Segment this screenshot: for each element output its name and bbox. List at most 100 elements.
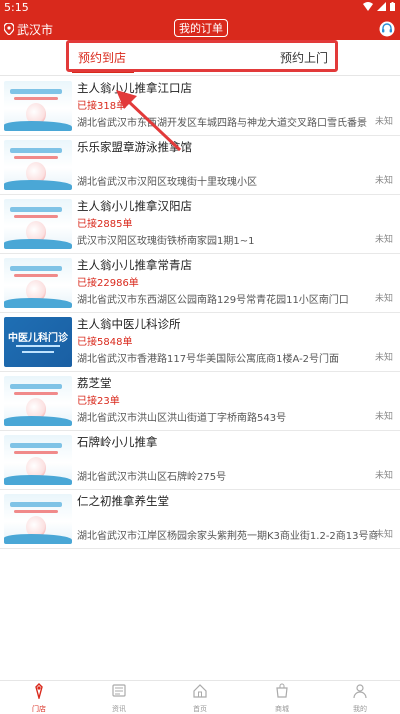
thumbnail-decoration: [10, 443, 62, 448]
store-address: 湖北省武汉市东西湖区公园南路129号常青花园11小区南门口: [77, 295, 349, 306]
thumbnail-decoration: [10, 502, 62, 507]
store-address: 湖北省武汉市洪山区洪山街道丁字桥南路543号: [77, 413, 287, 424]
thumbnail-decoration: [4, 475, 72, 485]
store-list-item[interactable]: 主人翁小儿推拿常青店 已接22986单湖北省武汉市东西湖区公园南路129号常青花园…: [0, 254, 400, 313]
thumbnail-decoration: [10, 207, 62, 212]
store-list: 主人翁小儿推拿江口店 已接318单 湖北省武汉市东西湖开发区车城四路与神龙大道交叉路…: [0, 77, 400, 549]
status-icons: [363, 1, 395, 11]
thumbnail-decoration: [14, 156, 58, 159]
thumbnail-logo-text: 中医儿科门诊: [8, 333, 68, 344]
thumbnail-decoration: [14, 97, 58, 100]
order-count: 已接318单: [77, 101, 127, 112]
store-name: 石牌岭小儿推拿: [77, 435, 158, 449]
thumbnail-decoration: [4, 534, 72, 544]
order-count: 已接22986单: [77, 278, 139, 289]
store-thumbnail: [4, 258, 72, 308]
store-thumbnail: 中医儿科门诊: [4, 317, 72, 367]
store-distance: 未知: [374, 294, 393, 304]
order-count: 已接23单: [77, 396, 120, 407]
store-thumbnail: [4, 81, 72, 131]
thumbnail-decoration: [10, 384, 62, 389]
store-name: 主人翁小儿推拿汉阳店: [77, 199, 192, 213]
store-name: 主人翁小儿推拿江口店: [77, 81, 192, 95]
nav-item-home[interactable]: 首页: [180, 683, 220, 713]
store-list-item[interactable]: 荔芝堂已接23单湖北省武汉市洪山区洪山街道丁字桥南路543号 未知: [0, 372, 400, 431]
store-name: 主人翁中医儿科诊所: [77, 317, 181, 331]
tab-home-visit[interactable]: 预约上门: [280, 40, 328, 74]
store-distance: 未知: [374, 353, 393, 363]
nav-label: 门店: [32, 705, 46, 713]
store-distance: 未知: [374, 471, 393, 481]
thumbnail-decoration: [14, 510, 58, 513]
store-thumbnail: [4, 435, 72, 485]
status-time: 5:15: [4, 1, 29, 14]
store-distance: 未知: [374, 530, 393, 540]
thumbnail-decoration: [10, 148, 62, 153]
store-name: 乐乐家盟章游泳推拿馆: [77, 140, 192, 154]
thumbnail-decoration: [4, 121, 72, 131]
store-distance: 未知: [374, 235, 393, 245]
nav-label: 商城: [275, 705, 289, 713]
shop-icon: [274, 683, 290, 703]
nav-item-profile[interactable]: 我的: [340, 683, 380, 713]
store-list-item[interactable]: 主人翁小儿推拿江口店 已接318单 湖北省武汉市东西湖开发区车城四路与神龙大道交叉路…: [0, 77, 400, 136]
store-thumbnail: [4, 199, 72, 249]
order-count: 已接2885单: [77, 219, 133, 230]
home-icon: [192, 683, 208, 703]
thumbnail-decoration: [10, 266, 62, 271]
thumbnail-decoration: [10, 89, 62, 94]
active-tab-indicator: [72, 71, 134, 73]
thumbnail-decoration: [22, 351, 54, 353]
city-selector[interactable]: 武汉市: [4, 20, 53, 38]
battery-icon: [390, 1, 395, 11]
news-icon: [111, 683, 127, 703]
store-thumbnail: [4, 376, 72, 426]
store-distance: 未知: [374, 412, 393, 422]
nav-label: 首页: [193, 705, 207, 713]
store-list-item[interactable]: 中医儿科门诊 主人翁中医儿科诊所 已接5848单湖北省武汉市香港路117号华美国际公…: [0, 313, 400, 372]
thumbnail-decoration: [4, 180, 72, 190]
nav-item-shop[interactable]: 商城: [262, 683, 302, 713]
my-orders-button[interactable]: 我的订单: [174, 19, 228, 37]
thumbnail-decoration: [14, 392, 58, 395]
store-distance: 未知: [374, 176, 393, 186]
thumbnail-decoration: [4, 416, 72, 426]
customer-service-icon[interactable]: [379, 21, 395, 37]
nav-item-store[interactable]: 门店: [19, 683, 59, 713]
store-list-item[interactable]: 乐乐家盟章游泳推拿馆湖北省武汉市汉阳区玫瑰街十里玫瑰小区 未知: [0, 136, 400, 195]
bottom-navigation: 门店 资讯 首页 商城 我的: [0, 680, 400, 714]
store-list-item[interactable]: 主人翁小儿推拿汉阳店 已接2885单武汉市汉阳区玫瑰街铁桥南家园1期1~1 未知: [0, 195, 400, 254]
tab-in-store[interactable]: 预约到店: [78, 40, 126, 74]
store-list-item[interactable]: 仁之初推拿养生堂湖北省武汉市江岸区杨园余家头紫荆苑一期K3商业街1.2-2商13…: [0, 490, 400, 549]
store-name: 荔芝堂: [77, 376, 112, 390]
store-address: 湖北省武汉市江岸区杨园余家头紫荆苑一期K3商业街1.2-2商13号商铺: [77, 531, 377, 542]
nav-label: 资讯: [112, 705, 126, 713]
location-pin-icon: [4, 23, 14, 35]
store-thumbnail: [4, 494, 72, 544]
thumbnail-decoration: [4, 298, 72, 308]
store-icon: [31, 683, 47, 703]
nav-label: 我的: [353, 705, 367, 713]
store-name: 主人翁小儿推拿常青店: [77, 258, 192, 272]
store-distance: 未知: [374, 117, 393, 127]
store-address: 湖北省武汉市洪山区石牌岭275号: [77, 472, 227, 483]
thumbnail-decoration: [4, 239, 72, 249]
thumbnail-decoration: [16, 345, 60, 347]
store-address: 湖北省武汉市香港路117号华美国际公寓底商1楼A-2号门面: [77, 354, 340, 365]
app-header: 5:15 武汉市 我的订单: [0, 0, 400, 40]
city-name: 武汉市: [17, 22, 54, 37]
wifi-icon: [363, 1, 373, 11]
profile-icon: [352, 683, 368, 703]
nav-item-news[interactable]: 资讯: [99, 683, 139, 713]
thumbnail-decoration: [14, 451, 58, 454]
store-list-item[interactable]: 石牌岭小儿推拿湖北省武汉市洪山区石牌岭275号 未知: [0, 431, 400, 490]
booking-tabs: 预约到店 预约上门: [0, 40, 400, 76]
thumbnail-decoration: [14, 274, 58, 277]
store-thumbnail: [4, 140, 72, 190]
thumbnail-decoration: [14, 215, 58, 218]
order-count: 已接5848单: [77, 337, 133, 348]
store-address: 湖北省武汉市汉阳区玫瑰街十里玫瑰小区: [77, 177, 257, 188]
store-name: 仁之初推拿养生堂: [77, 494, 169, 508]
store-address: 武汉市汉阳区玫瑰街铁桥南家园1期1~1: [77, 236, 255, 247]
signal-icon: [377, 1, 386, 11]
